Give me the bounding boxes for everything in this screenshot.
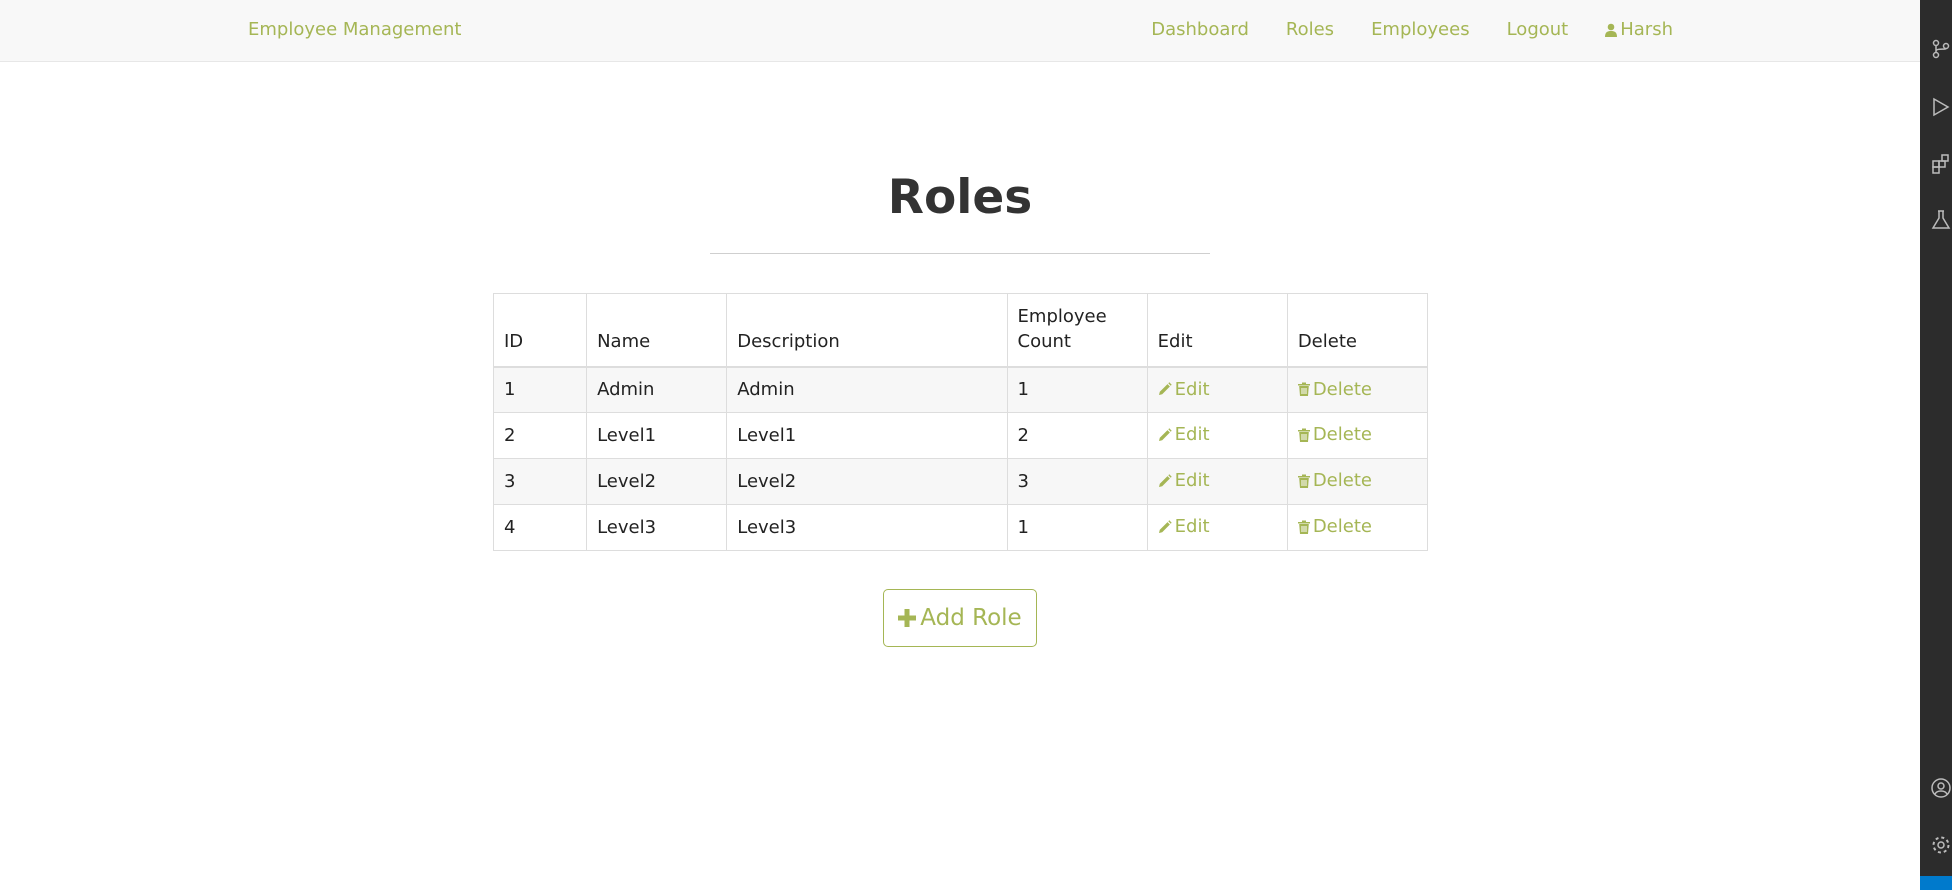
delete-link[interactable]: Delete (1297, 516, 1372, 538)
header-edit: Edit (1146, 293, 1288, 368)
pencil-icon (1158, 520, 1172, 533)
cell-description: Level3 (726, 504, 1008, 551)
header-id: ID (492, 293, 588, 368)
nav-roles[interactable]: Roles (1286, 19, 1334, 40)
cell-delete: Delete (1286, 504, 1429, 551)
header-delete: Delete (1286, 293, 1429, 368)
header-count-line2: Count (1017, 330, 1071, 352)
cell-edit: Edit (1146, 412, 1288, 459)
nav-user-label: Harsh (1620, 19, 1673, 40)
cell-id: 2 (492, 412, 588, 459)
table-row: 3 Level2 Level2 3 Edit Delete (492, 458, 1429, 505)
cell-edit: Edit (1146, 458, 1288, 505)
pencil-icon (1158, 428, 1172, 441)
cell-delete: Delete (1286, 412, 1429, 459)
delete-label: Delete (1312, 516, 1372, 538)
nav-user[interactable]: Harsh (1605, 19, 1673, 40)
cell-delete: Delete (1286, 366, 1429, 413)
cell-id: 3 (492, 458, 588, 505)
cell-description: Level2 (726, 458, 1008, 505)
debug-icon[interactable] (1930, 96, 1952, 118)
table-row: 1 Admin Admin 1 Edit Delete (492, 366, 1429, 413)
trash-icon (1297, 428, 1310, 442)
page: Employee Management Dashboard Roles Empl… (0, 0, 1920, 890)
testing-flask-icon[interactable] (1930, 209, 1952, 231)
edit-label: Edit (1174, 378, 1210, 400)
delete-label: Delete (1312, 378, 1372, 400)
edit-link[interactable]: Edit (1158, 470, 1210, 491)
delete-label: Delete (1312, 470, 1372, 492)
header-description: Description (726, 293, 1008, 368)
edit-link[interactable]: Edit (1158, 516, 1210, 537)
nav-employees[interactable]: Employees (1371, 19, 1470, 40)
delete-link[interactable]: Delete (1297, 470, 1372, 492)
cell-count: 2 (1006, 412, 1148, 459)
delete-link[interactable]: Delete (1297, 378, 1372, 400)
table-header-row: ID Name Description Employee Count Edit … (492, 293, 1429, 368)
extensions-icon[interactable] (1930, 153, 1952, 175)
table-row: 4 Level3 Level3 1 Edit Delete (492, 504, 1429, 551)
remote-status-indicator[interactable] (1920, 876, 1952, 890)
navbar: Employee Management Dashboard Roles Empl… (0, 0, 1920, 62)
cell-id: 1 (492, 366, 588, 413)
cell-edit: Edit (1146, 366, 1288, 413)
table-row: 2 Level1 Level1 2 Edit Delete (492, 412, 1429, 459)
add-role-label: Add Role (920, 605, 1022, 631)
settings-gear-icon[interactable] (1930, 834, 1952, 856)
brand-link[interactable]: Employee Management (248, 19, 461, 40)
source-control-icon[interactable] (1930, 38, 1952, 60)
trash-icon (1297, 474, 1310, 488)
add-role-button[interactable]: Add Role (883, 589, 1037, 647)
edit-label: Edit (1174, 424, 1210, 446)
pencil-icon (1158, 382, 1172, 395)
cell-count: 3 (1006, 458, 1148, 505)
cell-name: Level1 (586, 412, 728, 459)
title-divider (710, 253, 1210, 254)
cell-delete: Delete (1286, 458, 1429, 505)
account-icon[interactable] (1930, 777, 1952, 799)
cell-count: 1 (1006, 366, 1148, 413)
trash-icon (1297, 520, 1310, 534)
roles-table: ID Name Description Employee Count Edit … (492, 293, 1429, 551)
cell-edit: Edit (1146, 504, 1288, 551)
pencil-icon (1158, 474, 1172, 487)
nav-links: Dashboard Roles Employees Logout Harsh (1114, 19, 1673, 40)
cell-description: Admin (726, 366, 1008, 413)
activity-bar (1920, 0, 1952, 890)
cell-name: Admin (586, 366, 728, 413)
plus-icon (898, 609, 917, 627)
nav-dashboard[interactable]: Dashboard (1151, 19, 1249, 40)
cell-id: 4 (492, 504, 588, 551)
page-title: Roles (887, 170, 1033, 225)
edit-link[interactable]: Edit (1158, 424, 1210, 445)
user-icon (1605, 23, 1618, 37)
edit-label: Edit (1174, 516, 1210, 538)
edit-label: Edit (1174, 470, 1210, 492)
cell-name: Level3 (586, 504, 728, 551)
header-name: Name (586, 293, 728, 368)
edit-link[interactable]: Edit (1158, 379, 1210, 400)
cell-count: 1 (1006, 504, 1148, 551)
cell-description: Level1 (726, 412, 1008, 459)
trash-icon (1297, 382, 1310, 396)
nav-logout[interactable]: Logout (1507, 19, 1569, 40)
delete-label: Delete (1312, 424, 1372, 446)
delete-link[interactable]: Delete (1297, 424, 1372, 446)
header-count-line1: Employee (1017, 305, 1107, 327)
header-employee-count: Employee Count (1006, 293, 1148, 368)
cell-name: Level2 (586, 458, 728, 505)
